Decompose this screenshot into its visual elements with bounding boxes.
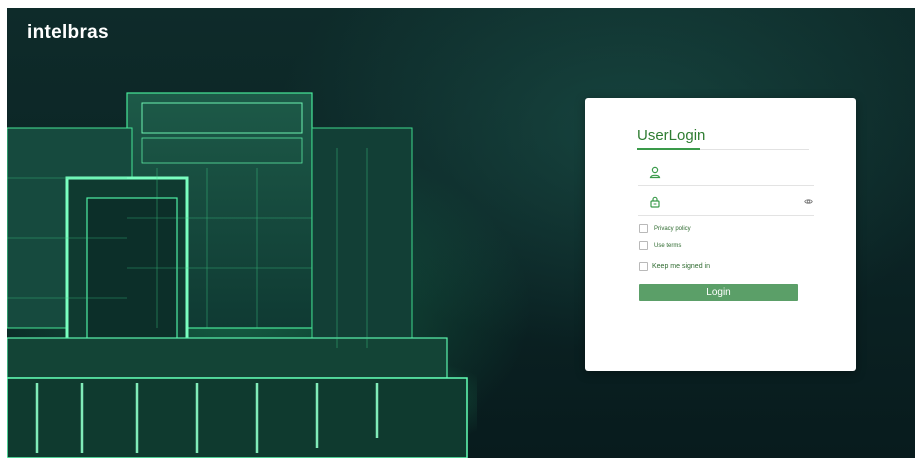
keep-signed-in-label[interactable]: Keep me signed in bbox=[652, 263, 710, 270]
use-terms-label[interactable]: Use terms bbox=[654, 243, 681, 249]
privacy-policy-checkbox[interactable] bbox=[639, 224, 648, 233]
password-field[interactable] bbox=[638, 188, 814, 216]
lock-icon bbox=[650, 196, 660, 208]
use-terms-checkbox[interactable] bbox=[639, 241, 648, 250]
login-button[interactable]: Login bbox=[639, 284, 798, 301]
use-terms-row[interactable]: Use terms bbox=[639, 241, 681, 250]
keep-signed-in-checkbox[interactable] bbox=[639, 262, 648, 271]
user-icon bbox=[649, 166, 661, 179]
privacy-policy-row[interactable]: Privacy policy bbox=[639, 224, 691, 233]
login-card: UserLogin Privacy policy Use terms Keep … bbox=[585, 98, 856, 371]
login-page-background: intelbras UserLogin Privacy policy Use t… bbox=[7, 8, 915, 458]
keep-signed-in-row[interactable]: Keep me signed in bbox=[639, 262, 710, 271]
building-illustration bbox=[7, 92, 477, 458]
title-underline bbox=[637, 148, 700, 150]
intelbras-logo: intelbras bbox=[27, 22, 109, 43]
password-input[interactable] bbox=[668, 192, 802, 212]
privacy-policy-label[interactable]: Privacy policy bbox=[654, 226, 691, 232]
username-field[interactable] bbox=[638, 158, 814, 186]
login-title: UserLogin bbox=[637, 127, 706, 144]
username-input[interactable] bbox=[668, 162, 802, 182]
eye-icon[interactable] bbox=[804, 197, 813, 206]
